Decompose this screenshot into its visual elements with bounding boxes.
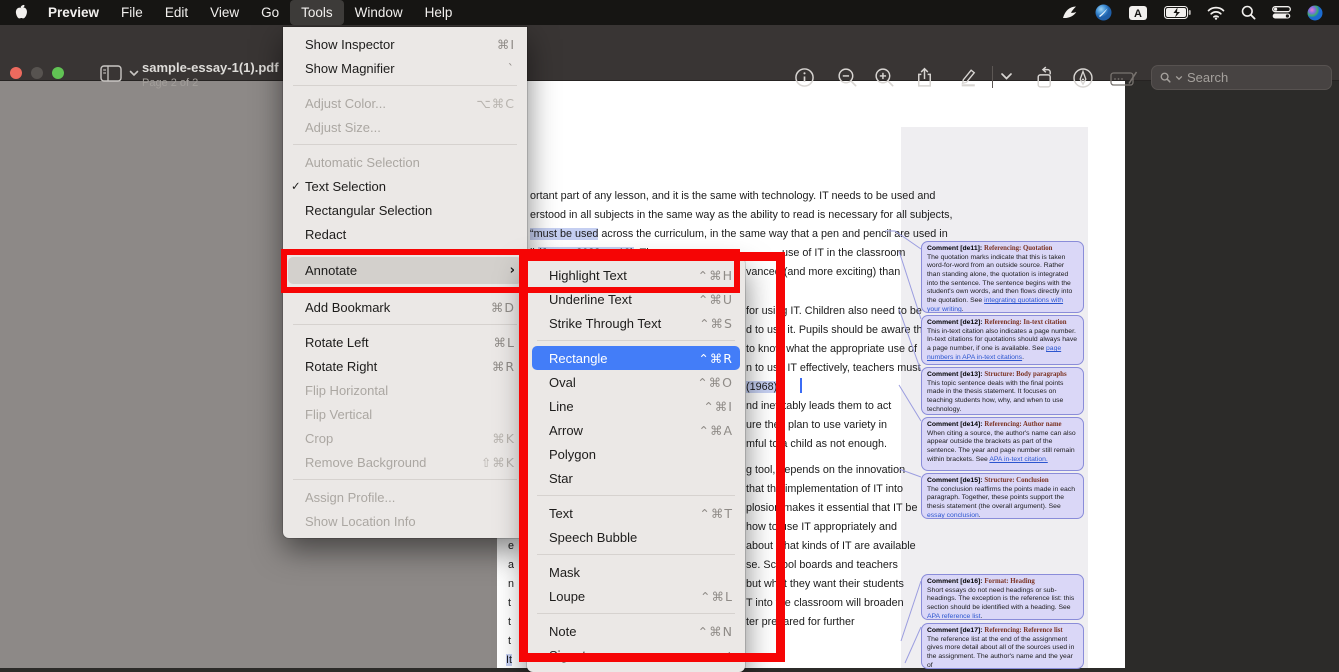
browser-icon[interactable] — [1095, 4, 1112, 21]
share-icon[interactable] — [913, 66, 936, 89]
tools-menu-item-show-magnifier[interactable]: Show Magnifier ` — [283, 56, 527, 80]
close-button[interactable] — [10, 67, 22, 79]
tools-menu-item-rectangular-selection[interactable]: Rectangular Selection — [283, 198, 527, 222]
wifi-icon[interactable] — [1207, 6, 1225, 20]
tools-menu-item-show-location-info: Show Location Info — [283, 509, 527, 533]
window-title-bar: sample-essay-1(1).pdf Page 2 of 2 Search — [0, 25, 1339, 81]
shortcut-label: ⌘L — [494, 335, 515, 350]
tools-menu-label: Show Magnifier — [305, 61, 488, 76]
info-icon[interactable] — [793, 66, 816, 89]
tools-menu-separator — [293, 324, 517, 325]
chevron-down-icon — [1175, 75, 1183, 81]
zoom-button[interactable] — [52, 67, 64, 79]
tools-menu-label: Show Location Info — [305, 514, 495, 529]
tools-menu-item-remove-background: Remove Background ⇧⌘K — [283, 450, 527, 474]
spotlight-icon[interactable] — [1241, 5, 1256, 20]
siri-icon[interactable] — [1307, 5, 1323, 21]
zoom-out-icon[interactable] — [836, 66, 859, 89]
minimize-button[interactable] — [31, 67, 43, 79]
tools-menu-label: Remove Background — [305, 455, 461, 470]
tools-menu-item-redact[interactable]: Redact — [283, 222, 527, 246]
menu-bar: PreviewFileEditViewGoToolsWindowHelp A — [0, 0, 1339, 25]
tools-menu-label: Rotate Left — [305, 335, 474, 350]
menubar-item-go[interactable]: Go — [250, 0, 290, 25]
battery-charging-icon[interactable] — [1164, 6, 1191, 19]
tools-menu-label: Add Bookmark — [305, 300, 471, 315]
chevron-down-icon[interactable] — [1000, 72, 1013, 81]
window-title: sample-essay-1(1).pdf — [142, 60, 279, 75]
menu-bar-items: PreviewFileEditViewGoToolsWindowHelp — [37, 0, 463, 25]
menubar-item-view[interactable]: View — [199, 0, 250, 25]
tools-menu-separator — [293, 479, 517, 480]
tools-menu-item-text-selection[interactable]: ✓Text Selection — [283, 174, 527, 198]
tools-menu-label: Assign Profile... — [305, 490, 495, 505]
markup-icon[interactable] — [1071, 66, 1095, 90]
tools-menu-label: Rotate Right — [305, 359, 472, 374]
tools-menu-label: Redact — [305, 227, 495, 242]
tools-menu-label: Show Inspector — [305, 37, 477, 52]
search-icon — [1160, 72, 1171, 83]
menubar-item-file[interactable]: File — [110, 0, 154, 25]
chevron-down-icon — [129, 70, 139, 77]
shortcut-label: ⌘I — [497, 37, 515, 52]
search-placeholder: Search — [1187, 70, 1228, 85]
tools-menu-label: Crop — [305, 431, 472, 446]
tools-menu-label: Flip Vertical — [305, 407, 495, 422]
tools-menu-item-automatic-selection: Automatic Selection — [283, 150, 527, 174]
input-source-icon[interactable]: A — [1128, 5, 1148, 21]
shortcut-label: ⇧⌘K — [481, 455, 515, 470]
shortcut-label: ⌘R — [492, 359, 515, 374]
tools-menu-label: Rectangular Selection — [305, 203, 495, 218]
tools-menu-item-adjust-color: Adjust Color... ⌥⌘C — [283, 91, 527, 115]
search-input[interactable]: Search — [1151, 65, 1332, 90]
menu-bar-status: A — [1060, 4, 1339, 21]
red-annotation-rectangle-submenu — [519, 252, 785, 662]
rotate-icon[interactable] — [1033, 66, 1057, 90]
tools-menu-item-adjust-size: Adjust Size... — [283, 115, 527, 139]
svg-text:A: A — [1134, 8, 1142, 20]
menubar-item-preview[interactable]: Preview — [37, 0, 110, 25]
desktop-background — [1125, 81, 1339, 668]
tools-menu-label: Adjust Size... — [305, 120, 495, 135]
tools-menu-item-rotate-left[interactable]: Rotate Left ⌘L — [283, 330, 527, 354]
menubar-item-tools[interactable]: Tools — [290, 0, 344, 25]
tools-menu-label: Automatic Selection — [305, 155, 495, 170]
toolbar-divider — [992, 66, 993, 88]
zoom-in-icon[interactable] — [873, 66, 896, 89]
shortcut-label: ` — [508, 61, 515, 76]
tools-menu-separator — [293, 144, 517, 145]
checkmark-icon: ✓ — [291, 179, 305, 193]
tools-menu-item-crop: Crop ⌘K — [283, 426, 527, 450]
cursor-app-icon[interactable] — [1060, 4, 1079, 21]
tools-menu-label: Flip Horizontal — [305, 383, 495, 398]
menubar-item-edit[interactable]: Edit — [154, 0, 199, 25]
page-indicator: Page 2 of 2 — [142, 77, 198, 89]
tools-menu-label: Text Selection — [305, 179, 495, 194]
control-center-icon[interactable] — [1272, 6, 1291, 19]
sidebar-toggle-button[interactable] — [100, 65, 139, 82]
highlight-icon[interactable] — [956, 66, 980, 89]
tools-menu-separator — [293, 85, 517, 86]
tools-menu-item-show-inspector[interactable]: Show Inspector ⌘I — [283, 32, 527, 56]
menubar-item-help[interactable]: Help — [414, 0, 464, 25]
tools-menu-item-flip-horizontal: Flip Horizontal — [283, 378, 527, 402]
sidebar-icon — [100, 65, 122, 82]
apple-icon[interactable] — [14, 4, 29, 21]
menubar-item-window[interactable]: Window — [344, 0, 414, 25]
shortcut-label: ⌘K — [492, 431, 515, 446]
tools-menu-label: Adjust Color... — [305, 96, 456, 111]
tools-menu-item-add-bookmark[interactable]: Add Bookmark ⌘D — [283, 295, 527, 319]
shortcut-label: ⌥⌘C — [476, 96, 515, 111]
tools-menu-item-flip-vertical: Flip Vertical — [283, 402, 527, 426]
shortcut-label: ⌘D — [491, 300, 515, 315]
autofill-icon — [1110, 70, 1138, 88]
tools-menu-item-assign-profile: Assign Profile... — [283, 485, 527, 509]
tools-menu-item-rotate-right[interactable]: Rotate Right ⌘R — [283, 354, 527, 378]
